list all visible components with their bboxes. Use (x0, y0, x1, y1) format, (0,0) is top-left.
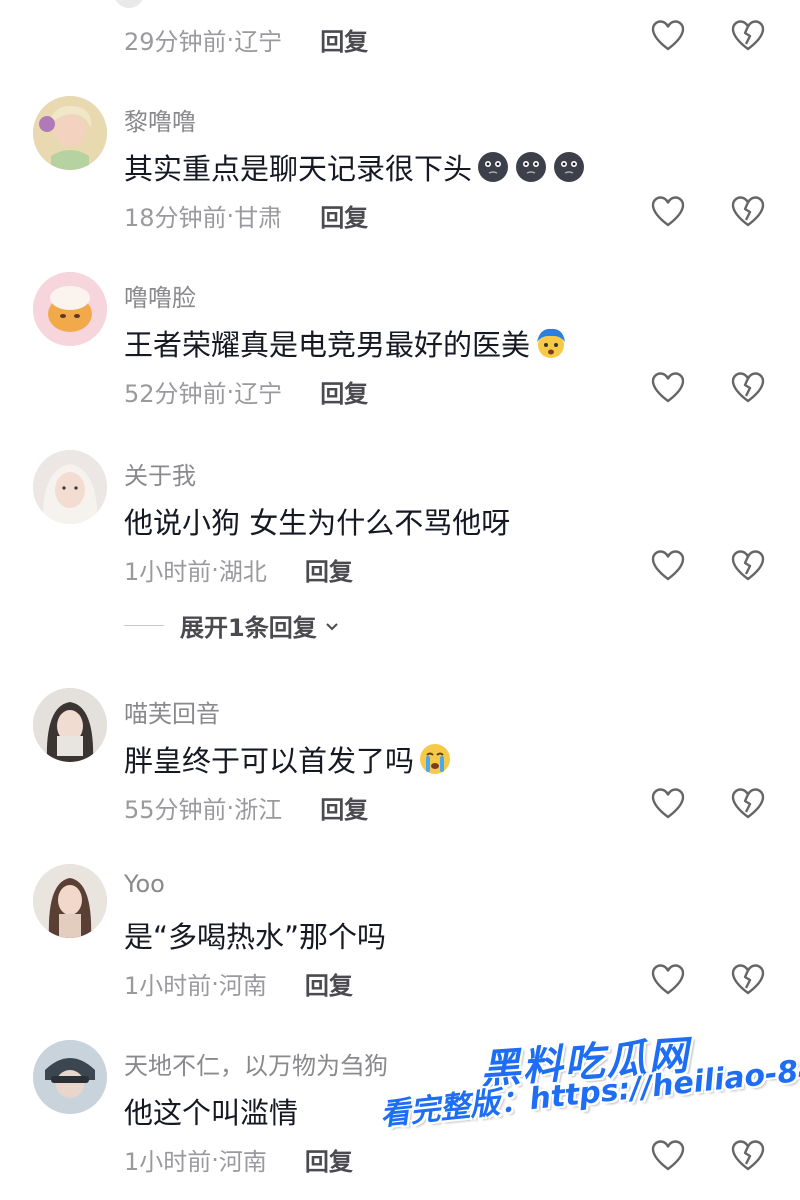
reply-button[interactable]: 回复 (305, 1142, 353, 1177)
comment-time: 18分钟前 (124, 204, 227, 232)
comment-time: 29分钟前 (124, 28, 227, 56)
reply-button[interactable]: 回复 (320, 22, 368, 57)
broken-heart-icon (731, 964, 765, 995)
crying-face-emoji (418, 742, 452, 776)
heart-icon (651, 550, 685, 581)
comment-text-content: 他这个叫滥情 (124, 1096, 299, 1130)
like-button[interactable] (650, 370, 686, 406)
comment-time: 1小时前 (124, 1148, 212, 1176)
comment-meta: 55分钟前 · 浙江 回复 (124, 790, 368, 825)
like-button[interactable] (650, 18, 686, 54)
comment-meta: 18分钟前 · 甘肃 回复 (124, 198, 368, 233)
meta-separator: · (211, 1145, 219, 1174)
like-button[interactable] (650, 548, 686, 584)
like-button[interactable] (650, 962, 686, 998)
comment-time: 55分钟前 (124, 796, 227, 824)
comment-location: 湖北 (218, 558, 267, 586)
comment-text: 其实重点是聊天记录很下头 (124, 146, 586, 188)
reply-button[interactable]: 回复 (320, 198, 368, 233)
comment-location: 辽宁 (234, 380, 283, 408)
heart-icon (651, 788, 685, 819)
reply-button[interactable]: 回复 (305, 552, 353, 587)
avatar[interactable] (33, 864, 107, 938)
expand-replies-button[interactable]: 展开1条回复 (124, 608, 341, 643)
reply-button[interactable]: 回复 (320, 374, 368, 409)
dislike-button[interactable] (730, 370, 766, 406)
comment-username[interactable]: 噜噜脸 (124, 278, 196, 313)
expand-replies-label: 展开1条回复 (180, 614, 317, 642)
comment-text-content: 胖皇终于可以首发了吗 (124, 744, 415, 778)
comment-text: 王者荣耀真是电竞男最好的医美 (124, 322, 568, 364)
dark-face-emoji (514, 150, 548, 184)
dislike-button[interactable] (730, 548, 766, 584)
comment-text-content: 其实重点是聊天记录很下头 (124, 152, 473, 186)
meta-separator: · (211, 555, 219, 584)
heart-icon (651, 372, 685, 403)
broken-heart-icon (731, 20, 765, 51)
avatar[interactable] (33, 688, 107, 762)
comment-username[interactable]: 关于我 (124, 456, 196, 491)
broken-heart-icon (731, 196, 765, 227)
dislike-button[interactable] (730, 18, 766, 54)
comment-text: 他说小狗 女生为什么不骂他呀 (124, 500, 510, 542)
dislike-button[interactable] (730, 962, 766, 998)
meta-separator: · (226, 201, 235, 230)
dark-face-emoji (476, 150, 510, 184)
meta-separator: · (226, 25, 235, 54)
broken-heart-icon (731, 788, 765, 819)
meta-separator: · (211, 969, 219, 998)
comment-text: 他这个叫滥情 (124, 1090, 298, 1132)
comment-meta: 1小时前 · 河南 回复 (124, 1142, 353, 1177)
comment-username[interactable]: 喵芙回音 (124, 694, 220, 729)
meta-separator: · (226, 377, 235, 406)
comment-time: 1小时前 (124, 558, 212, 586)
reply-button[interactable]: 回复 (320, 790, 368, 825)
divider (124, 625, 164, 626)
like-button[interactable] (650, 194, 686, 230)
heart-icon (651, 964, 685, 995)
watermark: 黑料吃瓜网 看完整版：https://heiliao-84.com (379, 1030, 800, 1180)
comment-text-content: 是“多喝热水”那个吗 (124, 920, 387, 954)
comment-time: 52分钟前 (124, 380, 227, 408)
shocked-blue-hair-emoji (534, 326, 568, 360)
comment-username[interactable]: Yoo (124, 870, 165, 898)
comment-text: 是“多喝热水”那个吗 (124, 914, 386, 956)
dark-face-emoji (552, 150, 586, 184)
comment-location: 河南 (218, 972, 267, 1000)
comment-meta: 52分钟前 · 辽宁 回复 (124, 374, 368, 409)
chevron-down-icon (325, 622, 338, 630)
dislike-button[interactable] (730, 194, 766, 230)
avatar[interactable] (33, 272, 107, 346)
comment-meta: 1小时前 · 河南 回复 (124, 966, 353, 1001)
broken-heart-icon (731, 372, 765, 403)
meta-separator: · (226, 793, 235, 822)
avatar[interactable] (114, 0, 144, 8)
comment-username[interactable]: 天地不仁，以万物为刍狗 (124, 1046, 388, 1081)
avatar[interactable] (33, 1040, 107, 1114)
avatar[interactable] (33, 450, 107, 524)
comment-location: 辽宁 (234, 28, 283, 56)
heart-icon (651, 196, 685, 227)
comment-meta: 1小时前 · 湖北 回复 (124, 552, 353, 587)
comment-text: 胖皇终于可以首发了吗 (124, 738, 452, 780)
comment-text-content: 他说小狗 女生为什么不骂他呀 (124, 506, 511, 540)
comment-location: 浙江 (234, 796, 283, 824)
heart-icon (651, 20, 685, 51)
comment-username[interactable]: 黎噜噜 (124, 102, 196, 137)
dislike-button[interactable] (730, 786, 766, 822)
like-button[interactable] (650, 786, 686, 822)
avatar[interactable] (33, 96, 107, 170)
comment-time: 1小时前 (124, 972, 212, 1000)
broken-heart-icon (731, 550, 765, 581)
comment-meta: 29分钟前 · 辽宁 回复 (124, 22, 368, 57)
comment-location: 河南 (218, 1148, 267, 1176)
reply-button[interactable]: 回复 (305, 966, 353, 1001)
comment-location: 甘肃 (234, 204, 283, 232)
comment-text-content: 王者荣耀真是电竞男最好的医美 (124, 328, 531, 362)
